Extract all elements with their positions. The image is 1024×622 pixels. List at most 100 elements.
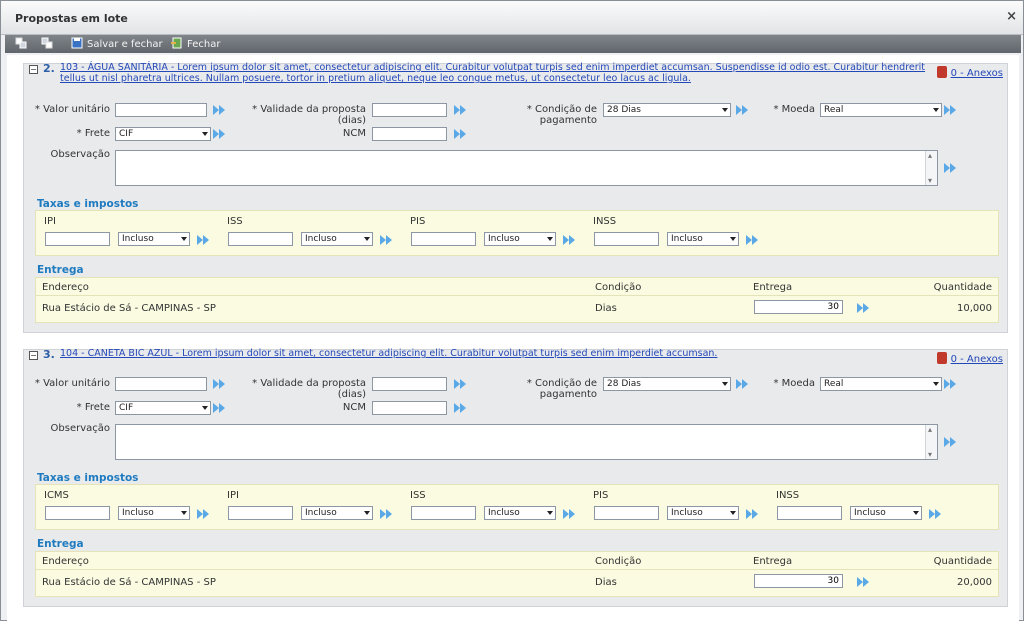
tax-mode-value: Incluso [305, 234, 337, 244]
fill-forward-icon[interactable] [212, 128, 226, 140]
chevron-down-icon [547, 237, 553, 241]
delivery-days-input[interactable] [754, 574, 843, 588]
tax-mode-select[interactable]: Incluso [667, 232, 739, 246]
payment-condition-select[interactable]: 28 Dias [603, 377, 731, 391]
toolbar: Salvar e fechar Fechar [5, 35, 1021, 53]
fill-forward-icon[interactable] [453, 402, 467, 414]
collapse-toggle[interactable]: − [29, 65, 38, 74]
validity-label: * Validade da proposta (dias) [252, 378, 366, 400]
tax-mode-value: Incluso [671, 508, 703, 518]
tax-mode-select[interactable]: Incluso [667, 506, 739, 520]
delivery-address: Rua Estácio de Sá - CAMPINAS - SP [42, 303, 216, 314]
tax-name: PIS [410, 216, 426, 227]
item-title-link[interactable]: 103 - ÁGUA SANITÁRIA - Lorem ipsum dolor… [60, 62, 935, 84]
fill-forward-icon[interactable] [745, 234, 759, 246]
payment-condition-select[interactable]: 28 Dias [603, 103, 731, 117]
tax-value-input[interactable] [594, 232, 659, 246]
unit-value-input[interactable] [115, 377, 207, 391]
textarea-scrollbar[interactable] [925, 425, 937, 459]
fill-forward-icon[interactable] [196, 234, 210, 246]
fill-forward-icon[interactable] [453, 104, 467, 116]
annex-link[interactable]: 0 - Anexos [936, 66, 1003, 79]
tax-value-input[interactable] [228, 232, 293, 246]
fill-forward-icon[interactable] [928, 508, 942, 520]
annex-link[interactable]: 0 - Anexos [936, 352, 1003, 365]
tax-value-input[interactable] [45, 232, 110, 246]
tax-value-input[interactable] [411, 232, 476, 246]
chevron-down-icon [933, 382, 939, 386]
ncm-input[interactable] [372, 401, 447, 415]
validity-input[interactable] [372, 377, 447, 391]
observation-textarea[interactable] [115, 424, 938, 460]
collapse-all-icon[interactable] [41, 37, 57, 51]
save-close-label: Salvar e fechar [87, 39, 163, 50]
delivery-days-input[interactable] [754, 300, 843, 314]
payment-condition-label: * Condição de pagamento [526, 378, 597, 400]
proposal-item: − 2. 103 - ÁGUA SANITÁRIA - Lorem ipsum … [23, 62, 1008, 333]
freight-value: CIF [119, 129, 134, 139]
tax-value-input[interactable] [594, 506, 659, 520]
save-close-button[interactable]: Salvar e fechar [71, 37, 163, 51]
tax-mode-value: Incluso [854, 508, 886, 518]
tax-value-input[interactable] [411, 506, 476, 520]
fill-forward-icon[interactable] [735, 378, 749, 390]
exit-icon [171, 37, 182, 49]
tax-mode-select[interactable]: Incluso [301, 506, 373, 520]
fill-forward-icon[interactable] [943, 104, 957, 116]
tax-mode-value: Incluso [488, 508, 520, 518]
fill-forward-icon[interactable] [943, 436, 957, 448]
fill-forward-icon[interactable] [943, 378, 957, 390]
validity-input[interactable] [372, 103, 447, 117]
close-button[interactable]: Fechar [171, 37, 220, 51]
fill-forward-icon[interactable] [745, 508, 759, 520]
unit-value-label: * Valor unitário [34, 104, 110, 115]
fill-forward-icon[interactable] [212, 378, 226, 390]
close-window-button[interactable]: × [1006, 9, 1017, 24]
fill-forward-icon[interactable] [856, 576, 870, 588]
currency-select[interactable]: Real [820, 377, 942, 391]
fill-forward-icon[interactable] [212, 402, 226, 414]
fill-forward-icon[interactable] [735, 104, 749, 116]
tax-value-input[interactable] [45, 506, 110, 520]
content-area: − 2. 103 - ÁGUA SANITÁRIA - Lorem ipsum … [7, 55, 1019, 622]
collapse-toggle[interactable]: − [29, 351, 38, 360]
window-titlebar: Propostas em lote × [1, 1, 1023, 35]
tax-mode-select[interactable]: Incluso [118, 506, 190, 520]
fill-forward-icon[interactable] [212, 104, 226, 116]
fill-forward-icon[interactable] [562, 234, 576, 246]
fill-forward-icon[interactable] [943, 162, 957, 174]
freight-select[interactable]: CIF [115, 127, 211, 141]
fill-forward-icon[interactable] [856, 302, 870, 314]
observation-textarea[interactable] [115, 150, 938, 186]
tax-mode-select[interactable]: Incluso [118, 232, 190, 246]
fill-forward-icon[interactable] [562, 508, 576, 520]
freight-label: * Frete [76, 402, 110, 413]
fill-forward-icon[interactable] [453, 128, 467, 140]
tax-mode-select[interactable]: Incluso [484, 232, 556, 246]
unit-value-input[interactable] [115, 103, 207, 117]
observation-label: Observação [50, 149, 110, 160]
ncm-input[interactable] [372, 127, 447, 141]
proposals-window: Propostas em lote × Salvar e fechar Fech… [0, 0, 1024, 622]
currency-select[interactable]: Real [820, 103, 942, 117]
expand-all-icon[interactable] [15, 37, 31, 51]
delivery-header-row: Endereço Condição Entrega Quantidade [36, 278, 998, 296]
col-delivery: Entrega [753, 556, 793, 567]
col-quantity: Quantidade [933, 556, 992, 567]
fill-forward-icon[interactable] [379, 508, 393, 520]
tax-mode-select[interactable]: Incluso [850, 506, 922, 520]
fill-forward-icon[interactable] [196, 508, 210, 520]
attachment-icon [936, 66, 947, 78]
fill-forward-icon[interactable] [453, 378, 467, 390]
window-title: Propostas em lote [15, 12, 128, 25]
freight-select[interactable]: CIF [115, 401, 211, 415]
ncm-label: NCM [342, 402, 366, 413]
tax-mode-select[interactable]: Incluso [301, 232, 373, 246]
textarea-scrollbar[interactable] [925, 151, 937, 185]
item-title-link[interactable]: 104 - CANETA BIC AZUL - Lorem ipsum dolo… [60, 348, 935, 359]
tax-value-input[interactable] [228, 506, 293, 520]
col-delivery: Entrega [753, 282, 793, 293]
tax-value-input[interactable] [777, 506, 842, 520]
tax-mode-select[interactable]: Incluso [484, 506, 556, 520]
fill-forward-icon[interactable] [379, 234, 393, 246]
